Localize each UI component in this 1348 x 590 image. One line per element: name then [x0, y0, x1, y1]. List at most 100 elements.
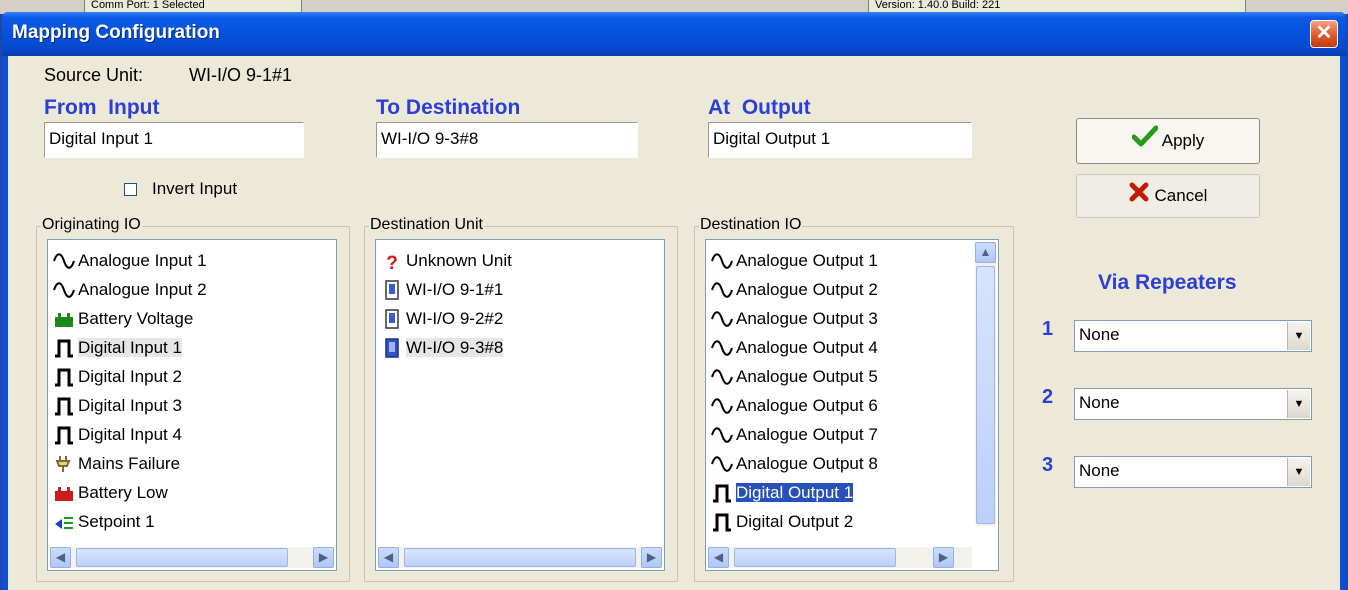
chevron-down-icon[interactable]: ▼	[1287, 390, 1310, 418]
list-item[interactable]: Digital Input 4	[52, 422, 182, 448]
list-item[interactable]: Analogue Output 7	[710, 422, 878, 448]
scroll-thumb[interactable]	[404, 548, 636, 567]
from-input-field[interactable]: Digital Input 1	[44, 122, 304, 158]
originating-io-group: Originating IO Analogue Input 1 Analogue …	[36, 216, 350, 582]
square-pulse-icon	[52, 338, 76, 360]
square-pulse-icon	[52, 425, 76, 447]
plug-icon	[52, 454, 76, 476]
repeater-2-value: None	[1079, 393, 1120, 412]
apply-button[interactable]: Apply	[1076, 118, 1260, 164]
list-item[interactable]: Analogue Output 3	[710, 306, 878, 332]
device-icon	[380, 308, 404, 331]
destination-unit-list[interactable]: ? Unknown Unit WI-I/O 9-1#1 WI-I/O 9-2#2 WI-…	[375, 239, 665, 571]
scroll-thumb[interactable]	[976, 266, 995, 524]
to-destination-header: To Destination	[376, 96, 521, 119]
list-item[interactable]: Mains Failure	[52, 451, 180, 477]
scroll-right-icon[interactable]: ▶	[933, 547, 954, 568]
repeater-3-value: None	[1079, 461, 1120, 480]
destination-unit-title: Destination Unit	[369, 216, 484, 234]
list-item-label: Analogue Input 2	[78, 280, 207, 299]
originating-io-hscroll[interactable]: ◀ ▶	[50, 547, 334, 568]
list-item[interactable]: WI-I/O 9-3#8	[380, 335, 504, 361]
list-item[interactable]: Digital Output 2	[710, 509, 853, 535]
destination-io-group: Destination IO Analogue Output 1 Analogue…	[694, 216, 1014, 582]
sine-wave-icon	[710, 309, 734, 331]
list-item[interactable]: Analogue Output 5	[710, 364, 878, 390]
title-bar[interactable]: Mapping Configuration ✕	[2, 12, 1346, 56]
cancel-x-icon	[1129, 176, 1149, 218]
destination-io-vscroll[interactable]: ▲	[975, 242, 996, 526]
destination-unit-hscroll[interactable]: ◀ ▶	[378, 547, 662, 568]
mapping-configuration-dialog: Mapping Configuration ✕ Source Unit: WI-…	[2, 12, 1346, 590]
list-item-label: Analogue Output 3	[736, 309, 878, 328]
list-item[interactable]: Analogue Output 1	[710, 248, 878, 274]
repeater-3-select[interactable]: None ▼	[1074, 456, 1312, 488]
scroll-left-icon[interactable]: ◀	[378, 547, 399, 568]
list-item[interactable]: Analogue Output 6	[710, 393, 878, 419]
scroll-up-icon[interactable]: ▲	[975, 242, 996, 263]
destination-io-list[interactable]: Analogue Output 1 Analogue Output 2 Analog…	[705, 239, 999, 571]
invert-input-checkbox[interactable]	[124, 183, 137, 196]
scroll-right-icon[interactable]: ▶	[313, 547, 334, 568]
device-icon	[380, 279, 404, 302]
repeater-1-select[interactable]: None ▼	[1074, 320, 1312, 352]
sine-wave-icon	[710, 280, 734, 302]
repeater-1-value: None	[1079, 325, 1120, 344]
list-item[interactable]: Analogue Output 4	[710, 335, 878, 361]
list-item-label: Analogue Output 6	[736, 396, 878, 415]
question-icon: ?	[386, 252, 398, 274]
from-input-header: From Input	[44, 96, 160, 119]
list-item-label: Analogue Input 1	[78, 251, 207, 270]
list-item[interactable]: ? Unknown Unit	[380, 248, 512, 274]
device-selected-icon	[380, 337, 404, 360]
list-item[interactable]: Analogue Output 2	[710, 277, 878, 303]
list-item-label: Analogue Output 7	[736, 425, 878, 444]
sine-wave-icon	[710, 367, 734, 389]
to-destination-field[interactable]: WI-I/O 9-3#8	[376, 122, 638, 158]
source-unit-label: Source Unit:	[44, 65, 144, 85]
repeater-2-select[interactable]: None ▼	[1074, 388, 1312, 420]
destination-io-hscroll[interactable]: ◀ ▶	[708, 547, 972, 568]
list-item-label: Analogue Output 1	[736, 251, 878, 270]
list-item-label: Unknown Unit	[406, 251, 512, 270]
list-item[interactable]: Digital Output 1	[710, 480, 855, 506]
sine-wave-icon	[710, 454, 734, 476]
sine-wave-icon	[710, 251, 734, 273]
battery-green-icon	[52, 309, 76, 331]
scroll-thumb[interactable]	[76, 548, 288, 567]
at-output-field[interactable]: Digital Output 1	[708, 122, 972, 158]
list-item[interactable]: Battery Voltage	[52, 306, 193, 332]
list-item[interactable]: Battery Low	[52, 480, 168, 506]
list-item-label: Analogue Output 5	[736, 367, 878, 386]
scroll-right-icon[interactable]: ▶	[641, 547, 662, 568]
originating-io-list[interactable]: Analogue Input 1 Analogue Input 2 Battery …	[47, 239, 337, 571]
list-item[interactable]: WI-I/O 9-2#2	[380, 306, 503, 332]
chevron-down-icon[interactable]: ▼	[1287, 458, 1310, 486]
list-item[interactable]: Digital Input 1	[52, 335, 182, 361]
scroll-left-icon[interactable]: ◀	[50, 547, 71, 568]
list-item[interactable]: Digital Input 2	[52, 364, 182, 390]
via-repeaters-header: Via Repeaters	[1098, 271, 1237, 294]
list-item[interactable]: Setpoint 1	[52, 509, 155, 535]
list-item[interactable]: Analogue Output 8	[710, 451, 878, 477]
list-item[interactable]: Analogue Input 1	[52, 248, 207, 274]
sine-wave-icon	[710, 425, 734, 447]
chevron-down-icon[interactable]: ▼	[1287, 322, 1310, 350]
list-item[interactable]: WI-I/O 9-1#1	[380, 277, 503, 303]
list-item-label: WI-I/O 9-3#8	[406, 338, 504, 357]
scroll-thumb[interactable]	[734, 548, 896, 567]
square-pulse-icon	[52, 396, 76, 418]
list-item-label: WI-I/O 9-2#2	[406, 309, 504, 328]
list-item[interactable]: Analogue Input 2	[52, 277, 207, 303]
list-item-label: Digital Output 2	[736, 512, 854, 531]
list-item-label: Analogue Output 8	[736, 454, 878, 473]
list-item-label: Battery Voltage	[78, 309, 194, 328]
close-button[interactable]: ✕	[1310, 20, 1338, 48]
list-item[interactable]: Digital Input 3	[52, 393, 182, 419]
list-item-label: Battery Low	[78, 483, 168, 502]
cancel-button[interactable]: Cancel	[1076, 174, 1260, 218]
dialog-client-area: Source Unit: WI-I/O 9-1#1 From Input To …	[8, 56, 1340, 590]
repeater-2-number: 2	[1042, 386, 1054, 408]
list-item-label: Digital Output 1	[734, 482, 855, 503]
scroll-left-icon[interactable]: ◀	[708, 547, 729, 568]
